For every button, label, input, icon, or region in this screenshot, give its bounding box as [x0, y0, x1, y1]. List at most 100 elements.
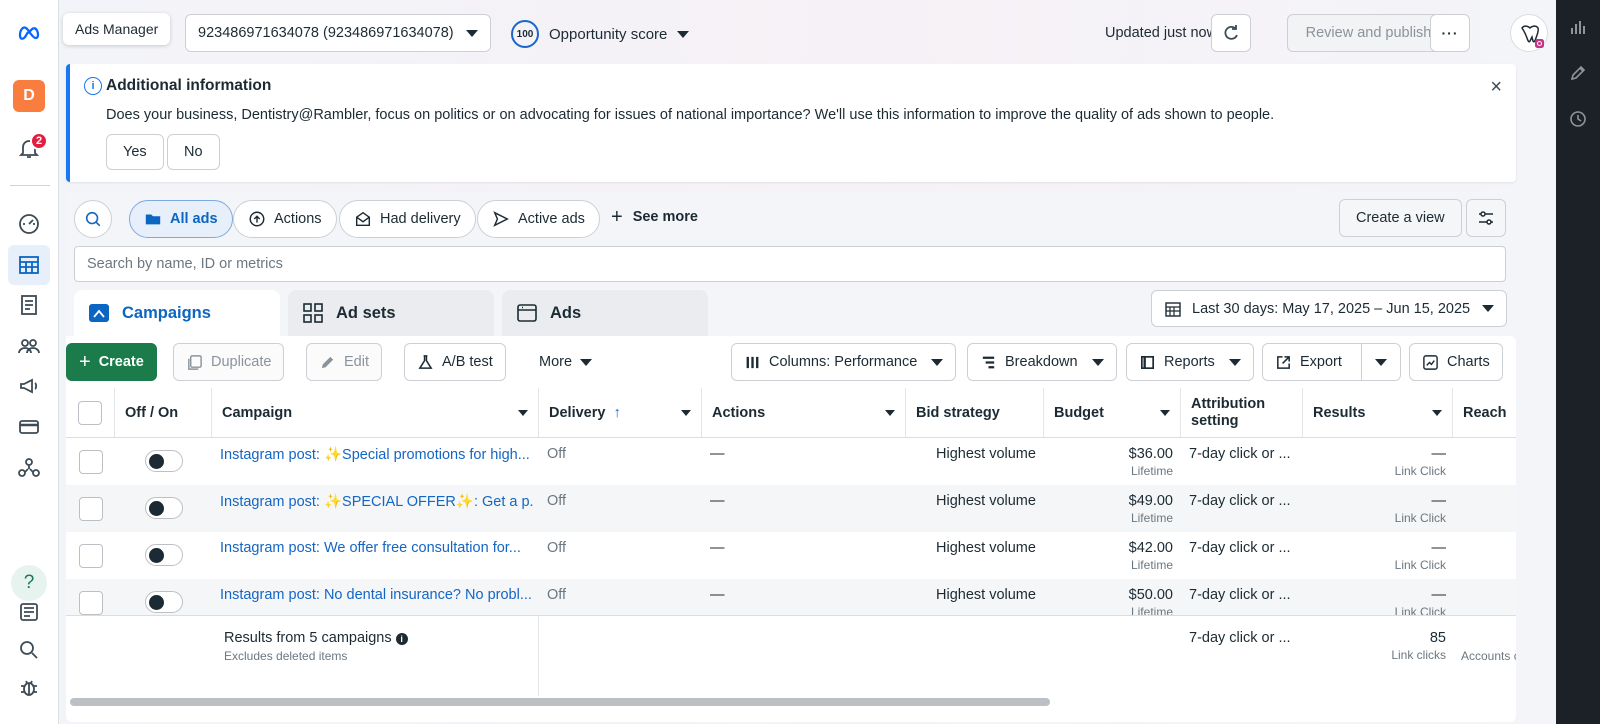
profile-avatar[interactable]	[1510, 14, 1548, 52]
duplicate-icon	[188, 354, 202, 370]
search-input[interactable]	[74, 246, 1506, 282]
more-options-button[interactable]: ···	[1430, 14, 1470, 52]
filter-active-ads[interactable]: Active ads	[477, 200, 600, 238]
table-row[interactable]: Instagram post: We offer free consultati…	[66, 532, 1516, 579]
select-all-checkbox[interactable]	[78, 401, 102, 425]
create-view-button[interactable]: Create a view	[1339, 199, 1462, 237]
chevron-down-icon[interactable]	[681, 409, 691, 416]
header-bid-strategy[interactable]: Bid strategy	[906, 388, 1044, 438]
horizontal-scrollbar[interactable]	[70, 698, 1050, 706]
columns-dropdown[interactable]: Columns: Performance	[731, 343, 957, 381]
pages-icon[interactable]	[8, 285, 50, 325]
ab-test-button[interactable]: A/B test	[404, 343, 506, 381]
news-icon[interactable]	[8, 592, 50, 632]
refresh-button[interactable]	[1211, 14, 1251, 52]
summary-attribution: 7-day click or ...	[1189, 630, 1291, 646]
billing-card-icon[interactable]	[8, 407, 50, 447]
header-attribution-setting[interactable]: Attribution setting	[1181, 388, 1303, 438]
yes-button[interactable]: Yes	[106, 134, 164, 170]
close-icon[interactable]: ×	[1490, 76, 1502, 99]
rail-divider	[10, 185, 50, 186]
export-options-dropdown[interactable]	[1361, 343, 1401, 381]
opportunity-score-dropdown[interactable]: 100 Opportunity score	[511, 19, 690, 49]
dashboard-gauge-icon[interactable]	[8, 203, 50, 243]
opportunity-score-value: 100	[511, 20, 539, 48]
chevron-down-icon[interactable]	[518, 409, 528, 416]
filter-settings-button[interactable]	[1466, 199, 1506, 237]
date-range-picker[interactable]: Last 30 days: May 17, 2025 – Jun 15, 202…	[1151, 290, 1507, 327]
chevron-down-icon	[931, 358, 944, 366]
campaign-toggle[interactable]	[145, 544, 183, 566]
left-navigation-rail: D 2 ?	[0, 0, 59, 724]
filter-had-delivery[interactable]: Had delivery	[339, 200, 476, 238]
chevron-down-icon[interactable]	[885, 409, 895, 416]
ads-manager-table-icon[interactable]	[8, 245, 50, 285]
pencil-icon	[321, 356, 334, 368]
campaign-name-link[interactable]: Instagram post: ✨SPECIAL OFFER✨: Get a p…	[220, 485, 533, 532]
results-value: — Link Click	[1394, 493, 1446, 525]
campaign-toggle[interactable]	[145, 497, 183, 519]
filter-actions[interactable]: Actions	[233, 200, 337, 238]
chevron-down-icon[interactable]	[1432, 409, 1442, 416]
create-button[interactable]: + Create	[66, 343, 157, 381]
meta-logo-icon[interactable]	[8, 12, 50, 52]
campaign-toggle[interactable]	[145, 591, 183, 613]
see-more-button[interactable]: + See more	[611, 207, 698, 227]
campaign-toggle[interactable]	[145, 450, 183, 472]
review-and-publish-button[interactable]: Review and publish	[1287, 14, 1450, 52]
banner-title: Additional information	[106, 77, 272, 94]
table-footer-summary: Results from 5 campaigns i Excludes dele…	[66, 615, 1516, 696]
no-button[interactable]: No	[167, 134, 220, 170]
edit-button[interactable]: Edit	[306, 343, 382, 381]
tab-ads[interactable]: Ads	[502, 290, 708, 336]
duplicate-button[interactable]: Duplicate	[173, 343, 285, 381]
business-network-icon[interactable]	[8, 448, 50, 488]
bid-strategy-value: Highest volume	[936, 493, 1036, 509]
header-delivery[interactable]: Delivery ↑	[539, 388, 702, 438]
table-row[interactable]: Instagram post: ✨Special promotions for …	[66, 438, 1516, 485]
search-toggle-button[interactable]	[74, 200, 112, 238]
bar-chart-icon[interactable]	[1568, 18, 1588, 38]
header-actions[interactable]: Actions	[702, 388, 906, 438]
campaign-name-link[interactable]: Instagram post: We offer free consultati…	[220, 532, 533, 579]
megaphone-icon[interactable]	[8, 366, 50, 406]
reports-dropdown[interactable]: Reports	[1126, 343, 1254, 381]
folder-icon	[145, 214, 161, 225]
table-row[interactable]: Instagram post: No dental insurance? No …	[66, 579, 1516, 615]
calendar-icon	[1165, 301, 1181, 317]
info-icon: i	[395, 633, 408, 645]
campaign-name-link[interactable]: Instagram post: ✨Special promotions for …	[220, 438, 533, 485]
budget-value: $42.00 Lifetime	[1128, 540, 1173, 572]
account-avatar[interactable]: D	[13, 80, 45, 112]
breakdown-dropdown[interactable]: Breakdown	[967, 343, 1117, 381]
campaign-name-link[interactable]: Instagram post: No dental insurance? No …	[220, 579, 533, 615]
row-checkbox[interactable]	[79, 450, 103, 474]
row-checkbox[interactable]	[79, 544, 103, 568]
account-selector[interactable]: 923486971634078 (923486971634078)	[185, 14, 491, 52]
charts-button[interactable]: Charts	[1409, 343, 1503, 381]
more-dropdown[interactable]: More	[526, 343, 606, 381]
budget-value: $49.00 Lifetime	[1128, 493, 1173, 525]
search-icon[interactable]	[8, 630, 50, 670]
header-off-on[interactable]: Off / On	[115, 388, 212, 438]
filter-all-ads[interactable]: All ads	[129, 200, 233, 238]
chevron-down-icon[interactable]	[1160, 409, 1170, 416]
app-title: Ads Manager	[63, 13, 171, 45]
tab-campaigns[interactable]: Campaigns	[74, 290, 280, 336]
breakdown-label: Breakdown	[1005, 354, 1078, 370]
header-budget[interactable]: Budget	[1044, 388, 1181, 438]
results-value: — Link Click	[1394, 446, 1446, 478]
tab-ad-sets[interactable]: Ad sets	[288, 290, 494, 336]
audiences-icon[interactable]	[8, 326, 50, 366]
pencil-icon[interactable]	[1568, 63, 1588, 83]
history-clock-icon[interactable]	[1568, 109, 1588, 129]
row-checkbox[interactable]	[79, 497, 103, 521]
header-reach[interactable]: Reach	[1453, 388, 1516, 438]
bug-report-icon[interactable]	[8, 668, 50, 708]
top-bar: Ads Manager 923486971634078 (92348697163…	[59, 0, 1556, 64]
row-checkbox[interactable]	[79, 591, 103, 615]
table-row[interactable]: Instagram post: ✨SPECIAL OFFER✨: Get a p…	[66, 485, 1516, 532]
header-results[interactable]: Results	[1303, 388, 1453, 438]
export-button[interactable]: Export	[1262, 343, 1362, 381]
header-campaign[interactable]: Campaign	[212, 388, 539, 438]
